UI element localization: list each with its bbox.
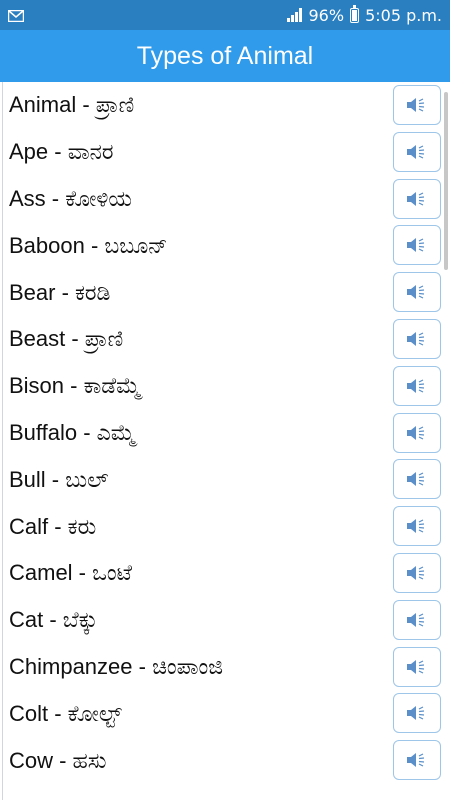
speak-button[interactable]	[393, 693, 441, 734]
list-item[interactable]: Bear - ಕರಡಿ	[3, 269, 443, 316]
list-item[interactable]: Buffalo - ಎಮ್ಮೆ	[3, 410, 443, 457]
speaker-icon	[407, 238, 425, 253]
speak-button[interactable]	[393, 365, 441, 406]
speaker-icon	[407, 472, 425, 487]
status-time: 5:05 p.m.	[365, 5, 442, 25]
list-item[interactable]: Animal - ಪ್ರಾಣಿ	[3, 82, 443, 129]
list-item[interactable]: Camel - ಒಂಟೆ	[3, 550, 443, 597]
speaker-icon	[407, 98, 425, 112]
speaker-icon	[407, 331, 425, 346]
speak-button[interactable]	[393, 740, 441, 781]
speak-button[interactable]	[393, 85, 441, 125]
speaker-icon	[407, 425, 425, 440]
list-item[interactable]: Cat - ಬೆಕ್ಕು	[3, 597, 443, 644]
list-item[interactable]: Chimpanzee - ಚಿಂಪಾಂಜಿ	[3, 644, 443, 691]
list-item[interactable]: Bull - ಬುಲ್	[3, 456, 443, 503]
page-title: Types of Animal	[136, 41, 314, 70]
battery-percent: 96%	[308, 5, 345, 25]
speak-button[interactable]	[393, 131, 441, 172]
speak-button[interactable]	[393, 272, 441, 313]
speaker-icon	[407, 144, 425, 159]
list-item-label: Calf - ಕರು	[9, 513, 97, 539]
speaker-icon	[407, 285, 425, 300]
battery-icon	[350, 4, 360, 23]
status-bar: 96% 5:05 p.m.	[0, 0, 450, 30]
speak-button[interactable]	[393, 599, 441, 640]
speaker-icon	[407, 191, 425, 206]
list-item-label: Cow - ಹಸು	[9, 747, 107, 773]
list-item-label: Bull - ಬುಲ್	[9, 466, 109, 492]
speak-button[interactable]	[393, 506, 441, 547]
envelope-icon	[7, 7, 25, 26]
list-item-label: Buffalo - ಎಮ್ಮೆ	[9, 419, 136, 445]
list-item[interactable]: Baboon - ಬಬೂನ್	[3, 222, 443, 269]
speak-button[interactable]	[393, 552, 441, 593]
list-item[interactable]: Bison - ಕಾಡೆಮ್ಮೆ	[3, 363, 443, 410]
speaker-icon	[407, 753, 425, 768]
list-item-label: Camel - ಒಂಟೆ	[9, 560, 132, 586]
app-bar: Types of Animal	[0, 30, 450, 82]
list-item[interactable]: Beast - ಪ್ರಾಣಿ	[3, 316, 443, 363]
list-item-label: Ass - ಕೋಳಿಯ	[9, 185, 132, 211]
speaker-icon	[407, 519, 425, 534]
speaker-icon	[407, 378, 425, 393]
list-item-label: Baboon - ಬಬೂನ್	[9, 232, 168, 258]
scrollbar[interactable]	[444, 92, 448, 270]
speaker-icon	[407, 612, 425, 627]
speaker-icon	[407, 706, 425, 721]
speak-button[interactable]	[393, 225, 441, 266]
list-item-label: Bison - ಕಾಡೆಮ್ಮೆ	[9, 373, 141, 399]
list-item[interactable]: Colt - ಕೋಲ್ಟ್	[3, 690, 443, 737]
speaker-icon	[407, 565, 425, 580]
speak-button[interactable]	[393, 459, 441, 500]
signal-icon	[286, 8, 303, 22]
list-item[interactable]: Calf - ಕರು	[3, 503, 443, 550]
list-item-label: Chimpanzee - ಚಿಂಪಾಂಜಿ	[9, 653, 223, 679]
list-item-label: Animal - ಪ್ರಾಣಿ	[9, 92, 135, 118]
list-item[interactable]: Ape - ವಾನರ	[3, 129, 443, 176]
list-item[interactable]: Cow - ಹಸು	[3, 737, 443, 784]
speaker-icon	[407, 659, 425, 674]
list-item-label: Colt - ಕೋಲ್ಟ್	[9, 700, 122, 726]
speak-button[interactable]	[393, 318, 441, 359]
animal-list[interactable]: Animal - ಪ್ರಾಣಿ Ape - ವಾನರ Ass - ಕೋಳಿಯ Babo…	[2, 82, 443, 800]
list-item-label: Bear - ಕರಡಿ	[9, 279, 111, 305]
speak-button[interactable]	[393, 178, 441, 219]
list-item-label: Cat - ಬೆಕ್ಕು	[9, 607, 98, 633]
list-item-label: Ape - ವಾನರ	[9, 139, 114, 165]
list-item[interactable]: Ass - ಕೋಳಿಯ	[3, 176, 443, 223]
speak-button[interactable]	[393, 646, 441, 687]
speak-button[interactable]	[393, 412, 441, 453]
list-item-label: Beast - ಪ್ರಾಣಿ	[9, 326, 124, 352]
